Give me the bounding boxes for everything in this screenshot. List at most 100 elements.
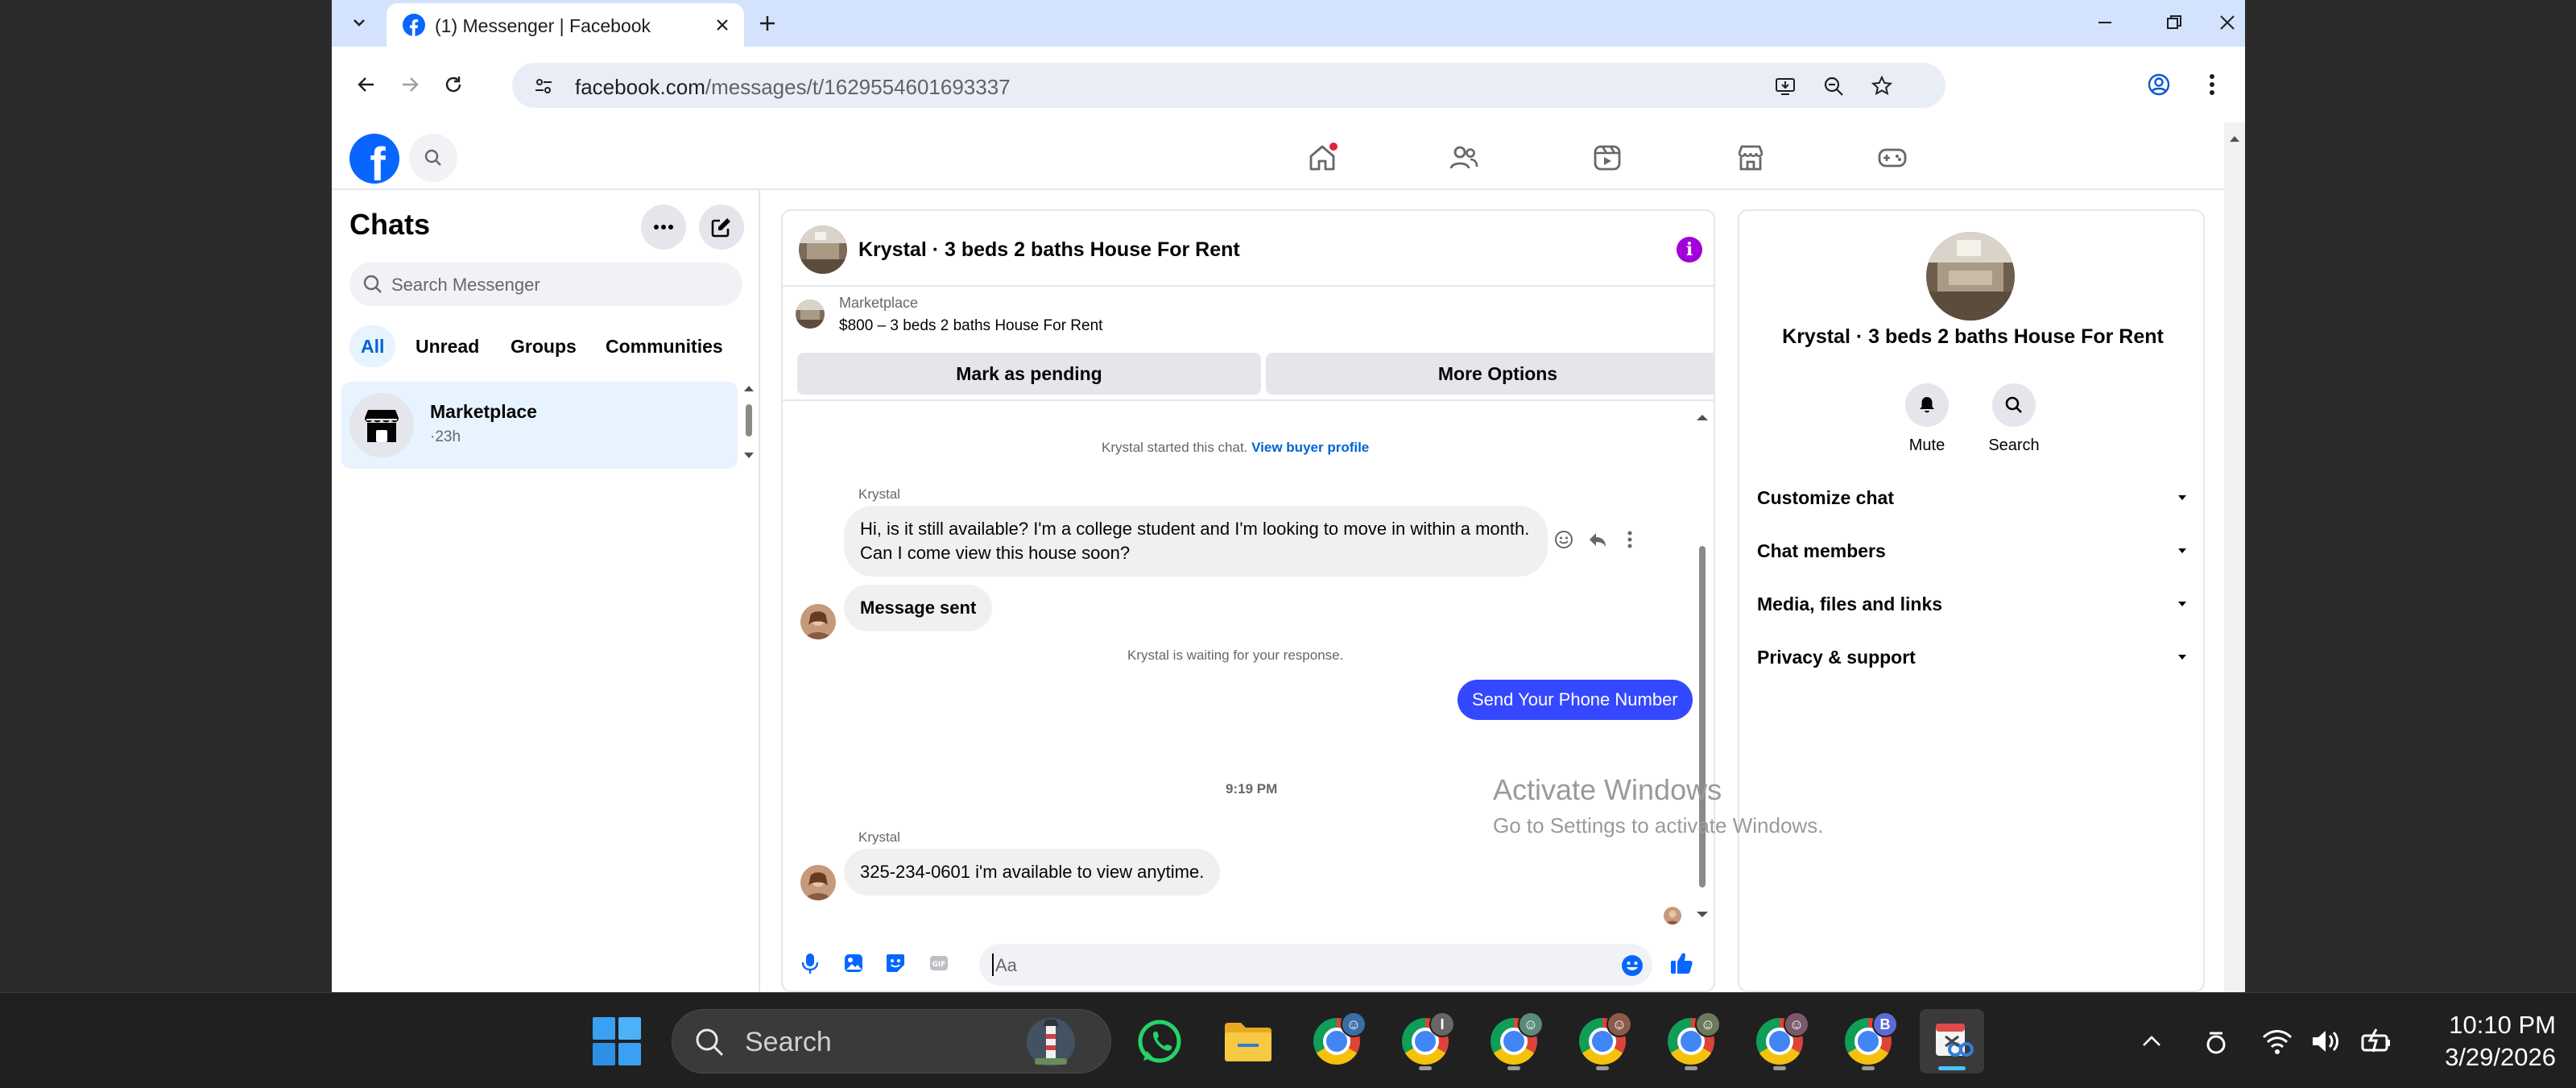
search-label: Search (1988, 436, 2040, 454)
listing-avatar[interactable] (799, 225, 847, 274)
mute-label: Mute (1908, 436, 1945, 454)
volume-icon[interactable] (2308, 1024, 2343, 1059)
more-options-button[interactable]: More Options (1266, 353, 1714, 395)
facebook-logo-icon[interactable]: f (349, 134, 399, 184)
bookmark-star-icon[interactable] (1868, 72, 1896, 100)
browser-menu-icon[interactable] (2192, 64, 2232, 105)
chats-scrollbar[interactable] (741, 382, 757, 462)
chrome-profile-icon[interactable]: ☺ (1305, 1009, 1369, 1074)
home-icon[interactable] (1290, 134, 1354, 182)
microphone-icon[interactable] (796, 949, 825, 978)
site-info-icon[interactable] (530, 72, 557, 100)
message-input[interactable]: Aa (979, 944, 1652, 986)
chrome-profile-icon[interactable]: ☺ (1659, 1009, 1723, 1074)
photo-icon[interactable] (839, 949, 868, 978)
restore-icon[interactable] (2140, 0, 2208, 45)
filter-unread[interactable]: Unread (404, 325, 490, 367)
media-files-links-row[interactable]: Media, files and links (1757, 581, 2189, 627)
tab-search-chevron-icon[interactable] (343, 6, 375, 39)
outgoing-message[interactable]: Send Your Phone Number (1458, 680, 1693, 720)
incoming-message[interactable]: 325-234-0601 i'm available to view anyti… (844, 849, 1221, 896)
conversation-title[interactable]: Krystal · 3 beds 2 baths House For Rent (858, 238, 1240, 262)
more-options-icon[interactable] (641, 205, 686, 250)
customize-chat-row[interactable]: Customize chat (1757, 475, 2189, 520)
url-text: facebook.com/messages/t/1629554601693337 (575, 75, 1011, 100)
search-icon[interactable] (1992, 383, 2036, 427)
chrome-profile-icon[interactable]: ☺ (1747, 1009, 1812, 1074)
conversation-scrollbar[interactable] (1693, 401, 1712, 933)
chevron-up-icon[interactable] (2134, 1024, 2169, 1059)
friends-icon[interactable] (1432, 134, 1496, 182)
listing-avatar-large[interactable] (1926, 232, 2015, 321)
chat-list-item[interactable]: Marketplace ·23h (341, 382, 738, 469)
reply-icon[interactable] (1585, 527, 1611, 552)
filter-communities[interactable]: Communities (594, 325, 734, 367)
view-buyer-profile-link[interactable]: View buyer profile (1251, 440, 1369, 455)
thumbs-up-icon[interactable] (1667, 949, 1696, 978)
whatsapp-icon[interactable] (1127, 1009, 1192, 1074)
zoom-icon[interactable] (1820, 72, 1847, 100)
marketplace-icon[interactable] (1718, 134, 1783, 182)
search-icon[interactable] (409, 134, 457, 182)
chrome-profile-icon[interactable]: ☺ (1570, 1009, 1635, 1074)
info-icon[interactable]: i (1677, 237, 1702, 263)
tab-messenger[interactable]: (1) Messenger | Facebook (387, 3, 744, 47)
gif-icon[interactable]: GIF (924, 949, 953, 978)
emoji-icon[interactable] (1620, 954, 1644, 978)
incoming-message[interactable]: Hi, is it still available? I'm a college… (844, 506, 1548, 577)
forward-arrow-icon[interactable] (390, 64, 430, 105)
react-emoji-icon[interactable] (1551, 527, 1577, 552)
address-bar[interactable]: facebook.com/messages/t/1629554601693337 (512, 63, 1945, 108)
mark-as-pending-button[interactable]: Mark as pending (797, 353, 1261, 395)
media-files-links-label: Media, files and links (1757, 593, 1943, 614)
search-action[interactable]: Search (1970, 383, 2058, 455)
filter-groups[interactable]: Groups (499, 325, 588, 367)
close-window-icon[interactable] (2210, 0, 2245, 45)
clock-time[interactable]: 10:10 PM (2427, 1011, 2556, 1040)
windows-start-icon[interactable] (591, 1016, 643, 1067)
chat-started-notice: Krystal started this chat. View buyer pr… (1102, 440, 1369, 456)
filter-all[interactable]: All (349, 325, 396, 367)
taskbar-search-box[interactable]: Search (672, 1009, 1111, 1074)
conversation-panel: Krystal · 3 beds 2 baths House For Rent … (781, 209, 1715, 992)
mute-action[interactable]: Mute (1883, 383, 1971, 455)
mute-bell-icon[interactable] (1905, 383, 1949, 427)
install-app-icon[interactable] (1772, 72, 1799, 100)
onedrive-sync-icon[interactable] (2198, 1024, 2234, 1059)
chat-members-row[interactable]: Chat members (1757, 528, 2189, 573)
chats-heading: Chats (349, 208, 431, 241)
compose-icon[interactable] (699, 205, 744, 250)
krystal-avatar[interactable] (800, 865, 836, 900)
tab-title: (1) Messenger | Facebook (435, 15, 651, 36)
message-more-icon[interactable] (1617, 527, 1643, 552)
profile-icon[interactable] (2139, 64, 2179, 105)
search-highlight-lighthouse-icon (1011, 1013, 1091, 1071)
back-arrow-icon[interactable] (346, 64, 387, 105)
listing-summary[interactable]: $800 – 3 beds 2 baths House For Rent (839, 317, 1102, 335)
video-icon[interactable] (1575, 134, 1639, 182)
reload-icon[interactable] (433, 64, 473, 105)
chrome-profile-icon[interactable]: B (1836, 1009, 1900, 1074)
chrome-profile-icon[interactable]: I (1393, 1009, 1458, 1074)
sticker-icon[interactable] (881, 949, 910, 978)
file-explorer-icon[interactable] (1216, 1009, 1280, 1074)
privacy-support-row[interactable]: Privacy & support (1757, 635, 2189, 680)
search-messenger-input[interactable]: Search Messenger (349, 263, 742, 306)
listing-thumbnail[interactable] (796, 300, 825, 329)
incoming-message[interactable]: Message sent (844, 585, 993, 631)
url-host: facebook.com (575, 75, 705, 99)
wifi-icon[interactable] (2260, 1024, 2295, 1059)
chrome-profile-icon[interactable]: ☺ (1482, 1009, 1546, 1074)
snipping-tool-icon[interactable] (1920, 1009, 1984, 1074)
activate-windows-watermark: Activate Windows Go to Settings to activ… (1493, 773, 1823, 838)
close-tab-icon[interactable] (710, 13, 734, 37)
battery-charging-icon[interactable] (2359, 1024, 2395, 1059)
browser-window: (1) Messenger | Facebook facebook.com/me… (332, 0, 2245, 992)
krystal-avatar[interactable] (800, 604, 836, 639)
minimize-icon[interactable] (2071, 0, 2139, 45)
gaming-icon[interactable] (1860, 134, 1925, 182)
facebook-header: f 1 (332, 122, 2224, 190)
clock-date[interactable]: 3/29/2026 (2427, 1043, 2556, 1072)
page-scrollbar[interactable] (2224, 122, 2245, 992)
new-tab-plus-icon[interactable] (752, 8, 783, 39)
